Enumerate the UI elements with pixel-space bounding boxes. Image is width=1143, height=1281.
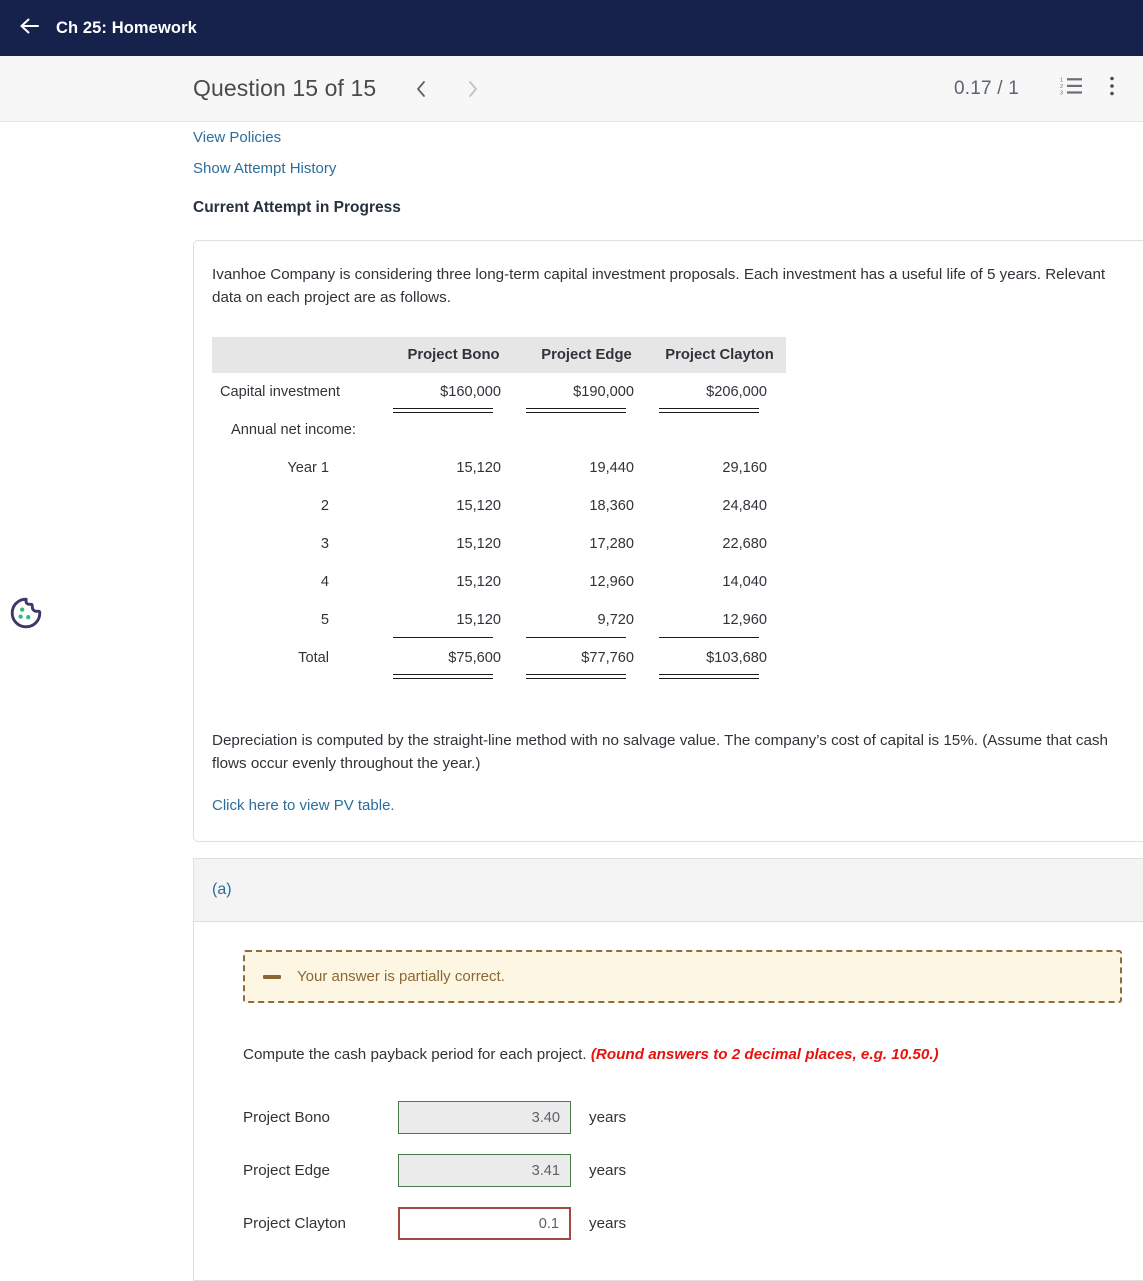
col-header-bono: Project Bono xyxy=(387,337,520,374)
alert-message: Your answer is partially correct. xyxy=(297,968,505,986)
answer-label: Project Bono xyxy=(243,1109,330,1127)
cell-value: $103,680 xyxy=(653,639,786,680)
pv-table-link[interactable]: Click here to view PV table. xyxy=(212,797,395,814)
answer-row-clayton: Project Clayton years xyxy=(243,1197,1135,1250)
question-card: Ivanhoe Company is considering three lon… xyxy=(193,240,1143,843)
partial-credit-alert: Your answer is partially correct. xyxy=(243,950,1122,1004)
question-toolbar: Question 15 of 15 0.17 / 1 1 2 3 xyxy=(0,56,1143,122)
payback-input-bono[interactable] xyxy=(398,1101,571,1135)
col-header-clayton: Project Clayton xyxy=(653,337,786,374)
compute-instruction: Compute the cash payback period for each… xyxy=(243,1046,1135,1063)
answer-row-bono: Project Bono years xyxy=(243,1091,1135,1144)
cell-value: 15,120 xyxy=(456,574,501,591)
cell-value: $77,760 xyxy=(520,639,653,680)
next-question-button[interactable] xyxy=(456,72,490,106)
question-intro-text: Ivanhoe Company is considering three lon… xyxy=(212,266,1106,307)
row-label: Total xyxy=(298,650,329,667)
row-label: Capital investment xyxy=(220,384,341,401)
part-a-header: (a) xyxy=(193,858,1143,923)
chevron-left-icon xyxy=(415,80,427,98)
part-a-body: Your answer is partially correct. Comput… xyxy=(193,922,1143,1281)
row-label: 4 xyxy=(320,574,329,591)
answer-unit: years xyxy=(589,1109,627,1127)
payback-input-clayton[interactable] xyxy=(398,1207,571,1241)
table-row: 3 15,120 17,280 22,680 xyxy=(212,525,786,563)
depreciation-note: Depreciation is computed by the straight… xyxy=(212,732,1108,773)
row-label: 2 xyxy=(320,498,329,515)
svg-text:1: 1 xyxy=(1060,78,1063,84)
cookie-settings-button[interactable] xyxy=(8,595,44,631)
app-title: Ch 25: Homework xyxy=(56,18,197,37)
part-letter-label: (a) xyxy=(212,881,232,899)
cell-value: 15,120 xyxy=(387,601,520,639)
row-label: 5 xyxy=(320,612,329,629)
col-header-edge: Project Edge xyxy=(520,337,653,374)
row-label: 3 xyxy=(320,536,329,553)
table-row: 4 15,120 12,960 14,040 xyxy=(212,563,786,601)
answer-list: Project Bono years Project Edge years Pr… xyxy=(243,1091,1135,1250)
previous-question-button[interactable] xyxy=(404,72,438,106)
cell-value: 19,440 xyxy=(589,460,634,477)
question-list-button[interactable]: 1 2 3 xyxy=(1055,72,1089,106)
answer-label: Project Clayton xyxy=(243,1215,346,1233)
rounding-note: (Round answers to 2 decimal places, e.g.… xyxy=(590,1046,939,1064)
payback-input-edge[interactable] xyxy=(398,1154,571,1188)
table-row: 2 15,120 18,360 24,840 xyxy=(212,487,786,525)
more-options-button[interactable] xyxy=(1095,72,1129,106)
arrow-left-icon xyxy=(19,17,41,40)
cell-value: 14,040 xyxy=(722,574,767,591)
cell-value: $206,000 xyxy=(653,373,786,414)
cell-value: 15,120 xyxy=(456,460,501,477)
app-header: Ch 25: Homework xyxy=(0,0,1143,56)
answer-row-edge: Project Edge years xyxy=(243,1144,1135,1197)
cell-value: $160,000 xyxy=(387,373,520,414)
table-row-total: Total $75,600 $77,760 $103,680 xyxy=(212,639,786,680)
col-header-blank xyxy=(212,337,387,374)
cookie-icon xyxy=(8,597,44,635)
svg-text:3: 3 xyxy=(1060,91,1063,97)
answer-unit: years xyxy=(589,1215,627,1233)
cell-value: 29,160 xyxy=(722,460,767,477)
cell-value: 18,360 xyxy=(589,498,634,515)
back-button[interactable] xyxy=(14,12,46,44)
part-a-section: (a) Your answer is partially correct. Co… xyxy=(193,858,1143,1281)
answer-unit: years xyxy=(589,1162,627,1180)
kebab-menu-icon xyxy=(1109,75,1115,102)
table-row: 5 15,120 9,720 12,960 xyxy=(212,601,786,639)
question-counter: Question 15 of 15 xyxy=(193,75,377,101)
top-links: View Policies Show Attempt History xyxy=(193,122,1143,177)
answer-label: Project Edge xyxy=(243,1162,330,1180)
row-label: Year 1 xyxy=(287,460,329,477)
minus-icon xyxy=(263,974,281,979)
cell-value: $75,600 xyxy=(387,639,520,680)
svg-text:2: 2 xyxy=(1060,84,1063,90)
show-attempt-history-link[interactable]: Show Attempt History xyxy=(193,160,1143,177)
cell-value: 22,680 xyxy=(722,536,767,553)
table-row-annual-net-income: Annual net income: xyxy=(212,411,786,449)
table-row: Year 1 15,120 19,440 29,160 xyxy=(212,449,786,487)
view-policies-link[interactable]: View Policies xyxy=(193,129,1143,146)
cell-value: 15,120 xyxy=(456,498,501,515)
numbered-list-icon: 1 2 3 xyxy=(1060,75,1084,102)
investment-data-table: Project Bono Project Edge Project Clayto… xyxy=(212,337,786,680)
cell-value: 12,960 xyxy=(589,574,634,591)
score-display: 0.17 / 1 xyxy=(954,77,1019,99)
table-header-row: Project Bono Project Edge Project Clayto… xyxy=(212,337,786,374)
cell-value: $190,000 xyxy=(520,373,653,414)
question-navigation xyxy=(404,72,490,106)
chevron-right-icon xyxy=(467,80,479,98)
current-attempt-heading: Current Attempt in Progress xyxy=(193,199,401,216)
cell-value: 9,720 xyxy=(520,601,653,639)
cell-value: 17,280 xyxy=(589,536,634,553)
row-label: Annual net income: xyxy=(231,422,356,439)
table-row-capital-investment: Capital investment $160,000 $190,000 $20… xyxy=(212,373,786,414)
page-body: View Policies Show Attempt History Curre… xyxy=(0,122,1143,1281)
cell-value: 12,960 xyxy=(653,601,786,639)
cell-value: 24,840 xyxy=(722,498,767,515)
instruction-text: Compute the cash payback period for each… xyxy=(243,1046,587,1064)
cell-value: 15,120 xyxy=(456,536,501,553)
